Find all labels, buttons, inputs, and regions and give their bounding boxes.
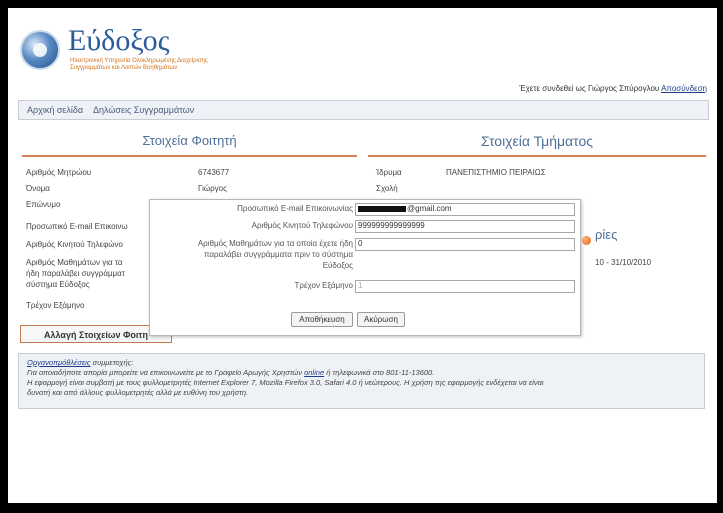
course-count-label-2: ήδη παραλάβει συγγράμματ: [26, 269, 125, 278]
first-name-label: Όνομα: [26, 184, 50, 193]
notice-box: Οργανοπμόθλέσεις συμμετοχής: Για οποιαδή…: [18, 353, 705, 409]
dialog-count-label-2: παραλάβει συγγράμματα πριν το σύστημα: [204, 250, 353, 259]
student-id-value: 6743677: [198, 168, 230, 177]
institution-value: ΠΑΝΕΠΙΣΤΗΜΙΟ ΠΕΙΡΑΙΩΣ: [446, 168, 546, 177]
phone-label: Αριθμός Κινητού Τηλεφώνο: [26, 240, 123, 249]
nav-home[interactable]: Αρχική σελίδα: [27, 105, 83, 115]
terms-link[interactable]: Οργανοπμόθλέσεις: [27, 358, 90, 367]
dialog-semester-label: Τρέχον Εξάμηνο: [294, 281, 354, 290]
main-nav: Αρχική σελίδα Δηλώσεις Συγγραμμάτων: [18, 100, 709, 120]
dialog-email-label: Προσωπικό E-mail Επικοινωνίας: [237, 204, 353, 213]
student-id-label: Αριθμός Μητρώου: [26, 168, 92, 177]
student-section: Στοιχεία Φοιτητή: [22, 133, 357, 157]
period-dates: 10 - 31/10/2010: [595, 258, 652, 267]
school-label: Σχολή: [376, 184, 398, 193]
logo-subtitle-2: Συγγραμμάτων και Λοιπών Βοηθημάτων: [70, 65, 178, 71]
institution-label: Ίδρυμα: [376, 168, 402, 177]
surname-label: Επώνυμο: [26, 200, 61, 209]
dialog-count-label-1: Αριθμός Μαθημάτων για τα οποία έχετε ήδη: [197, 239, 353, 248]
first-name-value: Γιώργος: [198, 184, 227, 193]
notice-line-4: δυνατή και από άλλους φυλλομετρητές αλλά…: [27, 388, 249, 397]
logo-emblem-icon: [20, 30, 60, 70]
email-label: Προσωπικό E-mail Επικοινω: [26, 222, 128, 231]
notice-line-1: Οργανοπμόθλέσεις συμμετοχής:: [27, 358, 134, 367]
student-section-title: Στοιχεία Φοιτητή: [22, 133, 357, 157]
dialog-semester-input[interactable]: 1: [355, 280, 575, 293]
course-count-label-3: σύστημα Εύδοξος: [26, 280, 90, 289]
dialog-phone-input[interactable]: 999999999999999: [355, 220, 575, 233]
dialog-course-count-input[interactable]: 0: [355, 238, 575, 251]
logout-link[interactable]: Αποσύνδεση: [661, 84, 707, 93]
department-section-title: Στοιχεία Τμήματος: [368, 133, 706, 157]
required-indicator-icon: [582, 236, 591, 245]
department-section: Στοιχεία Τμήματος: [368, 133, 706, 157]
nav-textbook-declarations[interactable]: Δηλώσεις Συγγραμμάτων: [93, 105, 194, 115]
logo-subtitle-1: Ηλεκτρονική Υπηρεσία Ολοκληρωμένης Διαχε…: [70, 58, 208, 64]
notice-line-2: Για οποιαδήποτε απορία μπορείτε να επικο…: [27, 368, 435, 377]
page: Εύδοξος Ηλεκτρονική Υπηρεσία Ολοκληρωμέν…: [8, 8, 717, 503]
dialog-count-label-3: Εύδοξος: [322, 261, 353, 270]
edit-details-dialog: Προσωπικό E-mail Επικοινωνίας @gmail.com…: [149, 199, 581, 336]
semester-label: Τρέχον Εξάμηνο: [26, 301, 85, 310]
course-count-label-1: Αριθμός Μαθημάτων για τα: [26, 258, 123, 267]
logo-title: Εύδοξος: [68, 24, 170, 57]
email-redaction: [358, 205, 406, 212]
dialog-email-input[interactable]: @gmail.com: [355, 203, 575, 216]
dialog-phone-label: Αριθμός Κινητού Τηλεφώνου: [251, 221, 353, 230]
eudoxus-logo: Εύδοξος Ηλεκτρονική Υπηρεσία Ολοκληρωμέν…: [20, 18, 208, 78]
notice-line-3: Η εφαρμογή είναι συμβατή με τους φυλλομε…: [27, 378, 544, 387]
periods-title-fragment: ρίες: [595, 227, 618, 242]
online-support-link[interactable]: online: [304, 368, 324, 377]
save-button[interactable]: Αποθήκευση: [291, 312, 353, 327]
cancel-button[interactable]: Ακύρωση: [357, 312, 405, 327]
login-info: Έχετε συνδεθεί ως Γιώργος Σπύρογλου Αποσ…: [519, 84, 707, 93]
login-status-text: Έχετε συνδεθεί ως Γιώργος Σπύρογλου: [519, 84, 660, 93]
